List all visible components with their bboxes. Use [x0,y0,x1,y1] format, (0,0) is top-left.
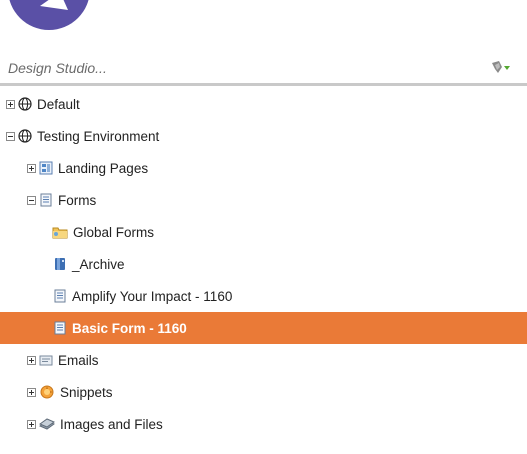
tree-item-landing-pages[interactable]: Landing Pages [0,152,527,184]
folder-icon [52,225,68,239]
expand-toggle[interactable] [6,99,15,109]
tree-item-label: Emails [58,352,99,368]
tree-item-label: Landing Pages [58,160,149,176]
marketo-logo-icon[interactable] [8,0,90,30]
tree-item-snippets[interactable]: Snippets [0,376,527,408]
filter-icon[interactable] [491,60,511,79]
tree-item-amplify[interactable]: Amplify Your Impact - 1160 [0,280,527,312]
design-studio-tree: Default Testing Environment Landing Page… [0,88,527,440]
logo-area [0,0,527,36]
globe-icon [18,97,32,111]
tree-item-testing-environment[interactable]: Testing Environment [0,120,527,152]
tree-item-label: Global Forms [73,224,155,240]
form-icon [53,289,67,303]
tree-item-forms[interactable]: Forms [0,184,527,216]
globe-icon [18,129,32,143]
email-icon [39,353,53,367]
tree-item-label: Amplify Your Impact - 1160 [72,288,233,304]
expand-toggle[interactable] [27,163,36,173]
tree-item-label: Default [37,96,80,112]
tree-item-label: Snippets [60,384,113,400]
tree-item-label: _Archive [72,256,125,272]
images-icon [38,417,56,431]
tree-item-emails[interactable]: Emails [0,344,527,376]
tree-item-global-forms[interactable]: Global Forms [0,216,527,248]
expand-toggle[interactable] [27,419,36,429]
archive-icon [53,257,67,271]
search-input[interactable]: Design Studio... [8,60,107,76]
tree-item-label: Images and Files [60,416,163,432]
tree-item-label: Testing Environment [37,128,160,144]
landing-page-icon [39,161,53,175]
tree-item-label: Basic Form - 1160 [72,320,187,336]
expand-toggle[interactable] [27,387,36,397]
tree-item-default[interactable]: Default [0,88,527,120]
snippet-icon [39,385,55,399]
form-icon [53,321,67,335]
collapse-toggle[interactable] [6,131,15,141]
search-bar[interactable]: Design Studio... [0,50,527,86]
tree-item-label: Forms [58,192,97,208]
expand-toggle[interactable] [27,355,36,365]
form-icon [39,193,53,207]
tree-item-archive[interactable]: _Archive [0,248,527,280]
tree-item-images-files[interactable]: Images and Files [0,408,527,440]
collapse-toggle[interactable] [27,195,36,205]
tree-item-basic-form[interactable]: Basic Form - 1160 [0,312,527,344]
